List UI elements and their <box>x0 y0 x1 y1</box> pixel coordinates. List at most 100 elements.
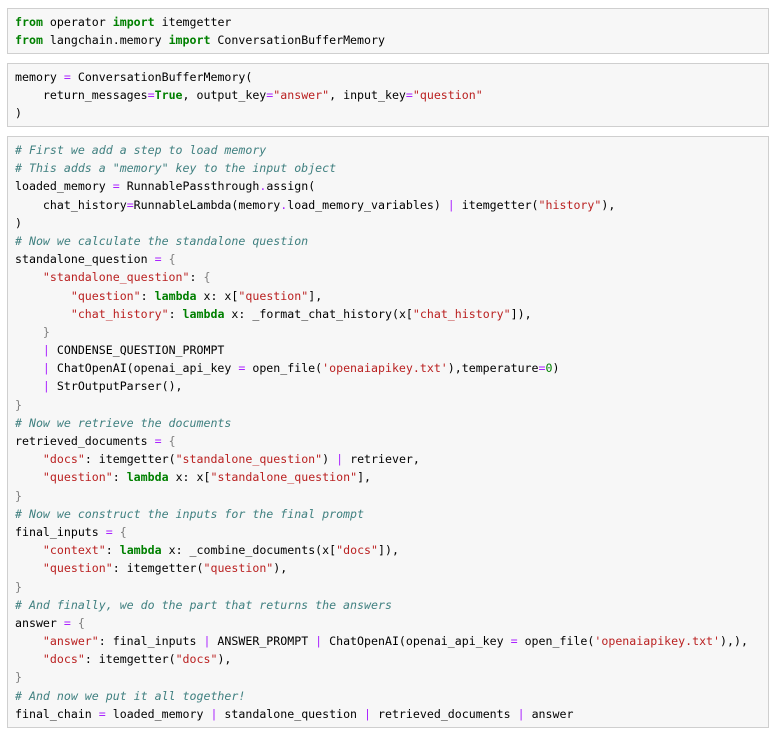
brace-token: } <box>42 324 50 339</box>
code-text: , input_key <box>329 88 406 103</box>
string-token: "history" <box>538 197 602 212</box>
code-text: open_file( <box>245 361 323 376</box>
keyword-token: from <box>15 33 43 48</box>
code-text: : final_inputs <box>98 634 204 649</box>
code-text: ], <box>308 288 323 303</box>
code-cell-imports[interactable]: from operator import itemgetter from lang… <box>7 8 769 54</box>
code-line: "answer": final_inputs | ANSWER_PROMPT |… <box>15 632 768 650</box>
comment-token: # This adds a "memory" key to the input … <box>15 161 337 176</box>
code-text: ) <box>15 215 22 230</box>
code-line: | StrOutputParser(), <box>15 377 768 395</box>
string-token: "question" <box>238 288 309 303</box>
code-line: # First we add a step to load memory <box>15 141 768 159</box>
brace-token: { <box>77 615 85 630</box>
keyword-token: import <box>168 33 211 48</box>
code-text: : <box>105 543 120 558</box>
code-text: retriever, <box>343 452 420 467</box>
code-line: # This adds a "memory" key to the input … <box>15 159 768 177</box>
code-text: final_chain <box>15 706 99 721</box>
code-text: open_file( <box>517 634 595 649</box>
brace-token: } <box>15 488 22 503</box>
code-editor[interactable]: from operator import itemgetter from lang… <box>8 9 768 49</box>
string-token: "standalone_question" <box>175 452 323 467</box>
operator-token: | <box>447 197 455 212</box>
code-editor[interactable]: # First we add a step to load memory # Th… <box>8 137 768 723</box>
code-line: "question": lambda x: x["standalone_ques… <box>15 468 768 486</box>
code-line: ) <box>15 214 768 232</box>
operator-token: = <box>112 179 120 194</box>
code-text: ), <box>601 197 616 212</box>
code-line: "context": lambda x: _combine_documents(… <box>15 541 768 559</box>
code-cell-memory[interactable]: memory = ConversationBufferMemory( retur… <box>7 63 769 127</box>
code-line: "chat_history": lambda x: _format_chat_h… <box>15 305 768 323</box>
code-text: ANSWER_PROMPT <box>210 634 316 649</box>
code-line: "docs": itemgetter("docs"), <box>15 650 768 668</box>
brace-token: } <box>15 670 22 685</box>
code-text: final_inputs <box>15 524 106 539</box>
string-token: "docs" <box>175 652 218 667</box>
code-line: loaded_memory = RunnablePassthrough.assi… <box>15 177 768 195</box>
code-text: ConversationBufferMemory <box>210 33 385 48</box>
code-line: | CONDENSE_QUESTION_PROMPT <box>15 341 768 359</box>
string-token: "answer" <box>273 88 330 103</box>
code-text: x: _combine_documents(x[ <box>161 543 337 558</box>
code-text: itemgetter( <box>454 197 539 212</box>
code-text: operator <box>42 15 113 29</box>
code-text: , output_key <box>182 88 267 103</box>
string-token: "standalone_question" <box>42 270 190 285</box>
keyword-token: lambda <box>154 288 197 303</box>
brace-token: { <box>203 270 211 285</box>
operator-token: | <box>42 343 50 358</box>
comment-token: # And finally, we do the part that retur… <box>15 597 392 612</box>
code-text: return_messages <box>15 88 148 103</box>
code-line: } <box>15 668 768 686</box>
brace-token: } <box>15 397 22 412</box>
code-line: answer = { <box>15 614 768 632</box>
code-text: : itemgetter( <box>84 652 176 667</box>
string-token: "question" <box>203 561 274 576</box>
code-line: final_inputs = { <box>15 523 768 541</box>
operator-token: | <box>517 706 525 721</box>
operator-token: = <box>154 434 162 448</box>
code-text: loaded_memory <box>15 179 113 194</box>
code-line: chat_history=RunnableLambda(memory.load_… <box>15 196 768 214</box>
string-token: 'openaiapikey.txt' <box>322 361 448 376</box>
code-line: return_messages=True, output_key="answer… <box>15 86 768 104</box>
code-text: x: x[ <box>168 470 211 485</box>
brace-token: } <box>15 579 22 594</box>
code-text: : itemgetter( <box>112 561 204 576</box>
comment-token: # Now we construct the inputs for the fi… <box>15 506 365 521</box>
keyword-token: lambda <box>182 306 225 321</box>
code-text: standalone_question <box>15 252 155 267</box>
comment-token: # First we add a step to load memory <box>15 143 267 157</box>
code-text: ) <box>15 106 22 121</box>
string-token: "question" <box>42 561 113 576</box>
code-line: # Now we retrieve the documents <box>15 414 768 432</box>
code-editor[interactable]: memory = ConversationBufferMemory( retur… <box>8 64 768 123</box>
operator-token: = <box>405 88 413 103</box>
operator-token: = <box>63 615 71 630</box>
code-text: : <box>189 270 204 285</box>
operator-token: = <box>154 252 162 267</box>
code-line: from operator import itemgetter <box>15 13 768 31</box>
code-text: answer <box>15 615 64 630</box>
operator-token: | <box>42 379 50 394</box>
code-text: answer <box>524 706 574 721</box>
code-text: ), <box>273 561 288 576</box>
code-cell-chain[interactable]: # First we add a step to load memory # Th… <box>7 136 769 728</box>
string-token: "answer" <box>42 634 99 649</box>
code-line: } <box>15 487 768 505</box>
code-text: retrieved_documents <box>15 434 155 448</box>
code-line: "standalone_question": { <box>15 268 768 286</box>
string-token: "standalone_question" <box>210 470 358 485</box>
operator-token: = <box>510 634 518 649</box>
